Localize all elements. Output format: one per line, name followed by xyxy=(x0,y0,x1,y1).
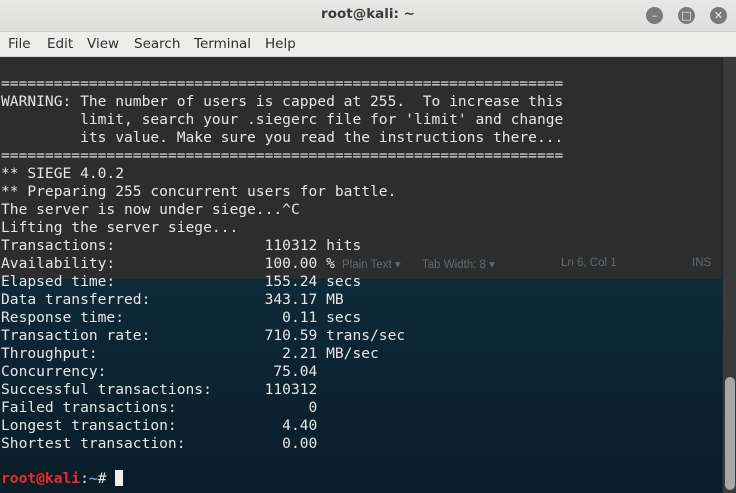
output-line: The server is now under siege...^C xyxy=(1,201,300,218)
prompt-symbol: # xyxy=(97,470,116,487)
menu-search[interactable]: Search xyxy=(134,36,180,52)
output-line: Failed transactions: 0 xyxy=(1,399,318,416)
bg-cursor-position: Ln 6, Col 1 xyxy=(561,257,617,269)
text-cursor xyxy=(115,470,124,486)
menu-bar: File Edit View Search Terminal Help xyxy=(0,32,736,57)
output-line: Data transferred: 343.17 MB xyxy=(1,291,344,308)
vertical-scrollbar[interactable] xyxy=(722,57,736,493)
output-line: Successful transactions: 110312 xyxy=(1,381,318,398)
output-line: Throughput: 2.21 MB/sec xyxy=(1,345,379,362)
menu-help[interactable]: Help xyxy=(265,36,296,52)
scrollbar-thumb[interactable] xyxy=(725,377,735,490)
menu-view[interactable]: View xyxy=(87,36,119,52)
output-line: Response time: 0.11 secs xyxy=(1,309,362,326)
menu-edit[interactable]: Edit xyxy=(47,36,73,52)
output-line: WARNING: The number of users is capped a… xyxy=(1,93,564,110)
prompt-path: ~ xyxy=(88,470,98,487)
output-line: Transactions: 110312 hits xyxy=(1,237,362,254)
title-bar[interactable]: root@kali: ~ – □ ✕ xyxy=(0,0,736,32)
prompt-separator: : xyxy=(80,470,89,487)
output-line: Shortest transaction: 0.00 xyxy=(1,435,318,452)
output-line: Elapsed time: 155.24 secs xyxy=(1,273,362,290)
bg-insert-mode: INS xyxy=(692,257,712,269)
window-title: root@kali: ~ xyxy=(321,6,415,22)
menu-file[interactable]: File xyxy=(8,36,31,52)
prompt-user-host: root@kali xyxy=(1,470,81,487)
maximize-button[interactable]: □ xyxy=(678,7,695,24)
output-line: ** Preparing 255 concurrent users for ba… xyxy=(1,183,397,200)
close-button[interactable]: ✕ xyxy=(710,7,727,24)
output-line: Longest transaction: 4.40 xyxy=(1,417,318,434)
output-line: Concurrency: 75.04 xyxy=(1,363,318,380)
output-line: ========================================… xyxy=(1,75,564,92)
terminal-area[interactable]: Plain Text ▾ Tab Width: 8 ▾ Ln 6, Col 1 … xyxy=(0,57,722,493)
terminal-output: ========================================… xyxy=(1,75,563,453)
output-line: ========================================… xyxy=(1,147,564,164)
output-line: limit, search your .siegerc file for 'li… xyxy=(1,111,564,128)
minimize-button[interactable]: – xyxy=(646,7,663,24)
shell-prompt[interactable]: root@kali:~# xyxy=(1,470,124,488)
output-line: Transaction rate: 710.59 trans/sec xyxy=(1,327,406,344)
output-line: ** SIEGE 4.0.2 xyxy=(1,165,125,182)
output-line: its value. Make sure you read the instru… xyxy=(1,129,564,146)
output-line: Lifting the server siege... xyxy=(1,219,239,236)
terminal-window: root@kali: ~ – □ ✕ File Edit View Search… xyxy=(0,0,736,493)
output-line: Availability: 100.00 % xyxy=(1,255,335,272)
menu-terminal[interactable]: Terminal xyxy=(194,36,251,52)
